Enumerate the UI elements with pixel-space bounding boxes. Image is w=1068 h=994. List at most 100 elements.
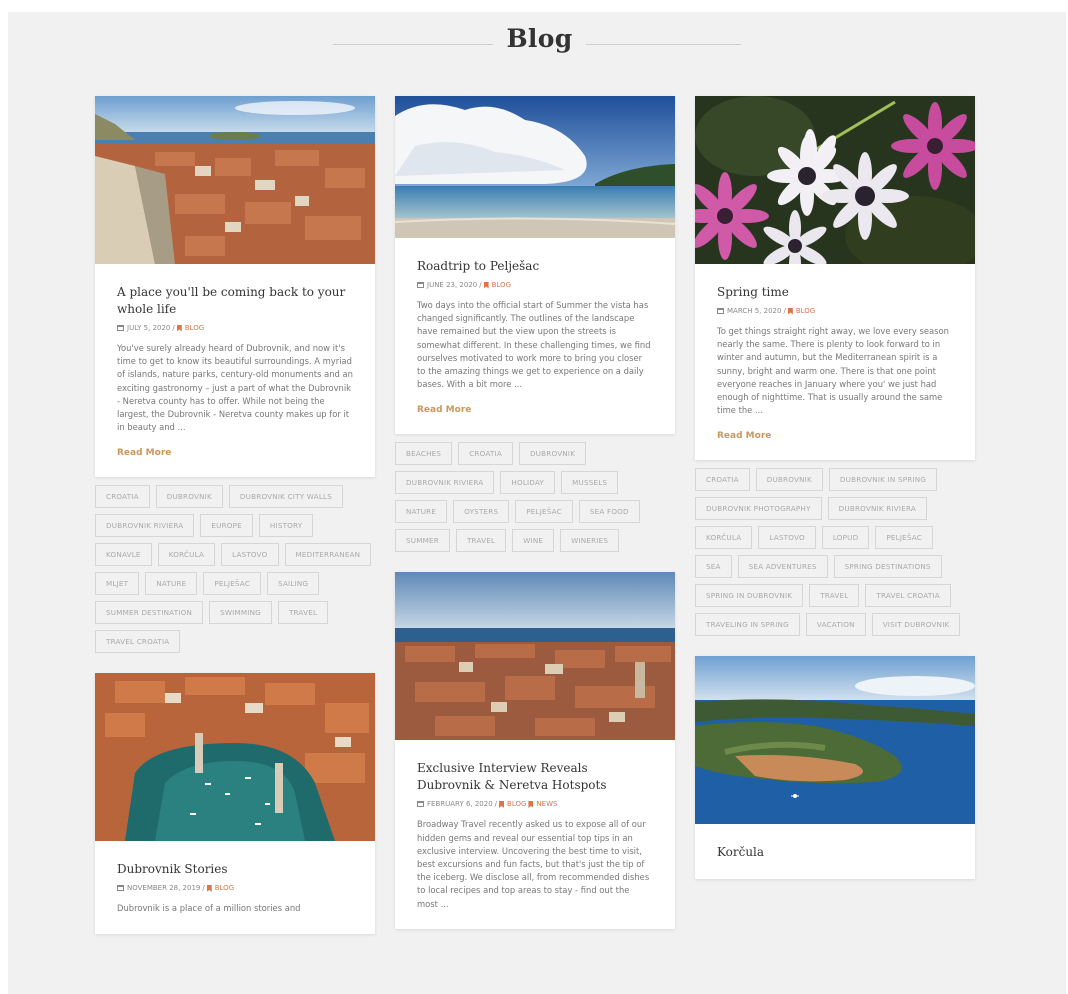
tag-link[interactable]: TRAVELING IN SPRING xyxy=(695,613,800,637)
post-category-link[interactable]: BLOG xyxy=(796,307,815,315)
meta-separator: / xyxy=(783,307,786,315)
post-card: Spring time MARCH 5, 2020 / BLOG To get … xyxy=(695,96,975,461)
post-title[interactable]: Spring time xyxy=(717,284,953,301)
post-column-2: Roadtrip to Pelješac JUNE 23, 2020 / BLO… xyxy=(395,96,675,929)
read-more-link[interactable]: Read More xyxy=(717,431,771,441)
post-image-beach-sky[interactable] xyxy=(395,96,675,238)
post-category-link[interactable]: BLOG xyxy=(492,281,511,289)
tag-link[interactable]: CROATIA xyxy=(458,442,513,466)
meta-separator: / xyxy=(479,281,482,289)
tag-link[interactable]: LASTOVO xyxy=(221,543,279,567)
bookmark-icon xyxy=(528,800,534,808)
tag-link[interactable]: MLJET xyxy=(95,572,140,596)
tag-link[interactable]: SPRING DESTINATIONS xyxy=(833,555,942,579)
tag-link[interactable]: KORČULA xyxy=(695,526,753,550)
tag-link[interactable]: BEACHES xyxy=(395,442,453,466)
tag-link[interactable]: MEDITERRANEAN xyxy=(284,543,372,567)
tag-link[interactable]: SUMMER DESTINATION xyxy=(95,601,204,625)
tag-link[interactable]: OYSTERS xyxy=(453,500,510,524)
tag-link[interactable]: DUBROVNIK xyxy=(755,468,823,492)
tag-link[interactable]: DUBROVNIK RIVIERA xyxy=(395,471,495,495)
tag-link[interactable]: NATURE xyxy=(145,572,198,596)
tag-link[interactable]: VACATION xyxy=(805,613,866,637)
post-title[interactable]: Roadtrip to Pelješac xyxy=(417,258,653,275)
tag-link[interactable]: KORČULA xyxy=(157,543,216,567)
tag-link[interactable]: NATURE xyxy=(395,500,448,524)
tag-link[interactable]: DUBROVNIK CITY WALLS xyxy=(228,485,343,509)
post-title[interactable]: Exclusive Interview Reveals Dubrovnik & … xyxy=(417,760,653,794)
tag-link[interactable]: SPRING IN DUBROVNIK xyxy=(695,584,804,608)
post-card-body: Exclusive Interview Reveals Dubrovnik & … xyxy=(395,740,675,928)
bookmark-icon xyxy=(176,324,182,332)
bookmark-icon xyxy=(483,281,489,289)
post-image-korcula-aerial[interactable] xyxy=(695,656,975,825)
page-title: Blog xyxy=(506,24,573,53)
read-more-link[interactable]: Read More xyxy=(417,405,471,415)
post-tags: CROATIA DUBROVNIK DUBROVNIK IN SPRING DUBRO… xyxy=(695,468,975,637)
tag-link[interactable]: LASTOVO xyxy=(758,526,816,550)
tag-link[interactable]: PELJEŠAC xyxy=(875,526,934,550)
read-more-link[interactable]: Read More xyxy=(117,448,171,458)
post-image-dubrovnik-rooftops[interactable] xyxy=(95,96,375,264)
tag-link[interactable]: PELJEŠAC xyxy=(203,572,262,596)
tag-link[interactable]: DUBROVNIK RIVIERA xyxy=(827,497,927,521)
post-card: Exclusive Interview Reveals Dubrovnik & … xyxy=(395,572,675,929)
tag-link[interactable]: DUBROVNIK xyxy=(518,442,587,466)
tag-link[interactable]: TRAVEL xyxy=(455,529,507,553)
tag-link[interactable]: CROATIA xyxy=(95,485,150,509)
tag-link[interactable]: TRAVEL CROATIA xyxy=(865,584,951,608)
post-meta: NOVEMBER 28, 2019 / BLOG xyxy=(117,884,353,892)
tag-link[interactable]: SEA FOOD xyxy=(578,500,640,524)
tag-link[interactable]: TRAVEL xyxy=(809,584,860,608)
post-image-dubrovnik-harbour[interactable] xyxy=(95,673,375,842)
tag-link[interactable]: HISTORY xyxy=(258,514,314,538)
post-image-old-town[interactable] xyxy=(395,572,675,741)
tag-link[interactable]: SAILING xyxy=(267,572,320,596)
tag-link[interactable]: LOPUD xyxy=(821,526,870,550)
post-title[interactable]: Korčula xyxy=(717,844,953,861)
post-card: Korčula xyxy=(695,656,975,880)
post-category-link[interactable]: NEWS xyxy=(536,800,557,808)
tag-link[interactable]: DUBROVNIK IN SPRING xyxy=(828,468,938,492)
tag-link[interactable]: TRAVEL CROATIA xyxy=(95,630,181,654)
tag-link[interactable]: WINERIES xyxy=(560,529,620,553)
tag-link[interactable]: SEA ADVENTURES xyxy=(737,555,828,579)
tag-link[interactable]: PELJEŠAC xyxy=(515,500,573,524)
tag-link[interactable]: VISIT DUBROVNIK xyxy=(871,613,961,637)
post-excerpt: Dubrovnik is a place of a million storie… xyxy=(117,903,301,914)
post-category-link[interactable]: BLOG xyxy=(507,800,526,808)
post-title[interactable]: Dubrovnik Stories xyxy=(117,861,353,878)
post-card-body: Spring time MARCH 5, 2020 / BLOG To get … xyxy=(695,264,975,460)
post-card: Roadtrip to Pelješac JUNE 23, 2020 / BLO… xyxy=(395,96,675,435)
post-card-body: A place you'll be coming back to your wh… xyxy=(95,264,375,477)
post-date: FEBRUARY 6, 2020 xyxy=(427,800,493,809)
tag-link[interactable]: HOLIDAY xyxy=(500,471,556,495)
tag-link[interactable]: CROATIA xyxy=(695,468,750,492)
calendar-icon xyxy=(717,308,724,314)
tag-link[interactable]: EUROPE xyxy=(200,514,253,538)
post-image-flowers[interactable] xyxy=(695,96,975,264)
tag-link[interactable]: DUBROVNIK xyxy=(155,485,223,509)
tag-link[interactable]: DUBROVNIK RIVIERA xyxy=(95,514,195,538)
post-category-link[interactable]: BLOG xyxy=(185,324,204,332)
tag-link[interactable]: SEA xyxy=(695,555,732,579)
post-excerpt: You've surely already heard of Dubrovnik… xyxy=(117,343,353,433)
tag-link[interactable]: WINE xyxy=(512,529,555,553)
tag-link[interactable]: SUMMER xyxy=(395,529,450,553)
post-card: Dubrovnik Stories NOVEMBER 28, 2019 / BL… xyxy=(95,673,375,934)
calendar-icon xyxy=(417,282,424,288)
post-card: A place you'll be coming back to your wh… xyxy=(95,96,375,478)
post-card-body: Dubrovnik Stories NOVEMBER 28, 2019 / BL… xyxy=(95,841,375,933)
post-date: NOVEMBER 28, 2019 xyxy=(127,884,201,893)
tag-link[interactable]: TRAVEL xyxy=(277,601,329,625)
post-date: JULY 5, 2020 xyxy=(127,324,171,332)
tag-link[interactable]: DUBROVNIK PHOTOGRAPHY xyxy=(695,497,822,521)
title-divider-right xyxy=(586,44,741,45)
tag-link[interactable]: MUSSELS xyxy=(561,471,619,495)
tag-link[interactable]: KONAVLE xyxy=(95,543,152,567)
bookmark-icon xyxy=(787,307,793,315)
post-column-1: A place you'll be coming back to your wh… xyxy=(95,96,375,934)
post-title[interactable]: A place you'll be coming back to your wh… xyxy=(117,284,353,318)
tag-link[interactable]: SWIMMING xyxy=(209,601,272,625)
post-category-link[interactable]: BLOG xyxy=(215,884,234,892)
